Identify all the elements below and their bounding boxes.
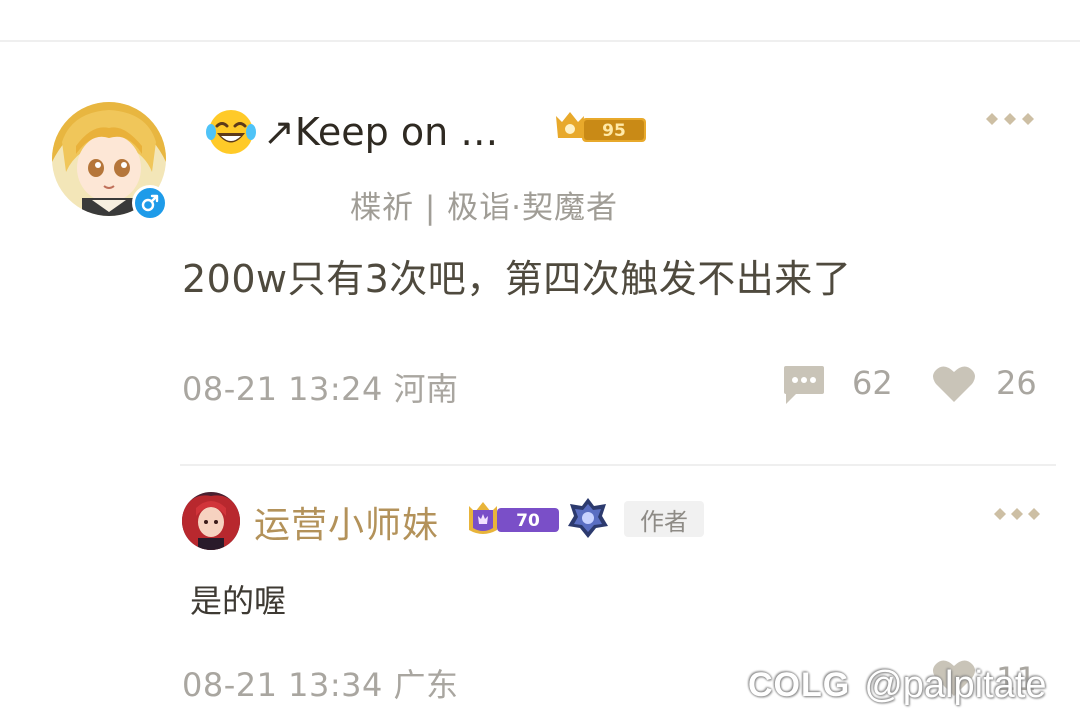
author-tag: 作者 xyxy=(624,501,704,537)
watermark: COLG @palpitate xyxy=(748,660,1046,710)
level-number: 95 xyxy=(602,121,626,141)
reply-icon[interactable] xyxy=(782,364,826,406)
reply-divider xyxy=(180,464,1056,466)
watermark-logo: COLG xyxy=(748,665,851,704)
username-text: ↗Keep on … xyxy=(263,110,499,154)
reply-avatar[interactable] xyxy=(182,492,240,550)
reply-more-options-button[interactable] xyxy=(992,503,1042,525)
more-options-button[interactable] xyxy=(984,108,1036,130)
comment-location: 河南 xyxy=(393,370,459,408)
top-divider xyxy=(0,40,1080,42)
reply-location: 广东 xyxy=(393,666,459,704)
user-title: 楪祈 | 极诣·契魔者 xyxy=(350,190,619,226)
level-badge: 95 xyxy=(552,108,650,148)
username[interactable]: ↗Keep on … xyxy=(205,104,498,160)
reply-level-number: 70 xyxy=(516,511,540,531)
comment-meta: 08-21 13:24 河南 xyxy=(182,364,459,410)
comment-date: 08-21 13:24 xyxy=(182,370,383,408)
reply-level-badge: 70 xyxy=(467,498,561,538)
like-count: 26 xyxy=(996,364,1037,402)
reply-username[interactable]: 运营小师妹 xyxy=(254,496,439,548)
comment-text: 200w只有3次吧，第四次触发不出来了 xyxy=(182,257,852,301)
rank-emblem-icon xyxy=(566,496,610,540)
male-icon xyxy=(132,185,168,221)
laughing-emoji-icon xyxy=(205,106,257,158)
reply-count: 62 xyxy=(852,364,893,402)
like-icon[interactable] xyxy=(930,362,978,406)
watermark-handle: @palpitate xyxy=(864,663,1047,706)
reply-meta: 08-21 13:34 广东 xyxy=(182,660,459,706)
reply-date: 08-21 13:34 xyxy=(182,666,383,704)
reply-text: 是的喔 xyxy=(190,582,287,620)
